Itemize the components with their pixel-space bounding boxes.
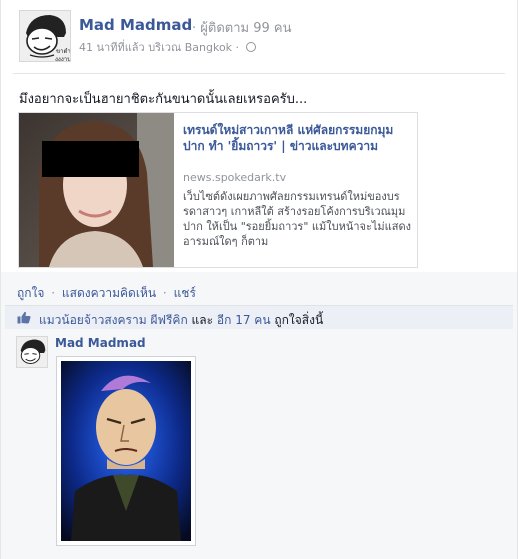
link-description: เว็บไซต์ดังเผยภาพศัลยกรรมเทรนด์ใหม่ของบร… [183,190,411,248]
link-preview-card[interactable]: เทรนด์ใหม่สาวเกาหลี แห่ศัลยกรรมยกมุมปาก … [18,112,418,268]
thumbs-up-icon [17,311,31,324]
follower-count[interactable]: · ผู้ติดตาม 99 คน [192,17,291,38]
link-title[interactable]: เทรนด์ใหม่สาวเกาหลี แห่ศัลยกรรมยกมุมปาก … [183,122,409,154]
post-actions: ถูกใจ · แสดงความคิดเห็น · แชร์ [17,284,196,303]
commenter-avatar[interactable] [16,336,48,368]
divider [13,73,505,74]
link-domain: news.spokedark.tv [183,171,287,184]
commenter-name-link[interactable]: Mad Madmad [55,336,146,350]
likes-and: และ [191,313,214,327]
link-thumbnail[interactable] [19,113,174,267]
likes-suffix: ถูกใจสิ่งนี้ [274,313,324,327]
svg-text:งงงาน: งงงาน [55,56,71,62]
comment-image[interactable] [61,361,191,541]
likes-others-link[interactable]: อีก 17 คน [217,313,271,327]
author-name-link[interactable]: Mad Madmad [79,16,192,34]
comment-action[interactable]: แสดงความคิดเห็น [62,286,156,300]
likes-summary: แมวน้อยจ้าวสงคราม ผีฟรีคิก และ อีก 17 คน… [5,305,513,329]
post-timestamp-location[interactable]: 41 นาทีที่แล้ว บริเวณ Bangkok · [79,41,239,54]
share-action[interactable]: แชร์ [174,286,196,300]
likes-text: แมวน้อยจ้าวสงคราม ผีฟรีคิก และ อีก 17 คน… [39,311,323,330]
svg-text:ขาดำ: ขาดำ [56,48,71,55]
author-avatar[interactable]: ขาดำ งงงาน [19,10,71,62]
post-message: มึงอยากจะเป็นฮายาชิตะกันขนาดนั้นเลยเหรอค… [19,92,308,107]
post-meta: 41 นาทีที่แล้ว บริเวณ Bangkok · [79,38,256,56]
facebook-post: ขาดำ งงงาน Mad Madmad · ผู้ติดตาม 99 คน … [0,0,518,559]
separator: · [162,286,167,300]
comment-image-frame[interactable] [56,356,196,546]
like-action[interactable]: ถูกใจ [17,286,44,300]
feedback-section: ถูกใจ · แสดงความคิดเห็น · แชร์ แมวน้อยจ้… [1,272,517,559]
globe-icon[interactable] [245,42,256,52]
separator: · [51,286,56,300]
liker-names-link[interactable]: แมวน้อยจ้าวสงคราม ผีฟรีคิก [39,313,188,327]
